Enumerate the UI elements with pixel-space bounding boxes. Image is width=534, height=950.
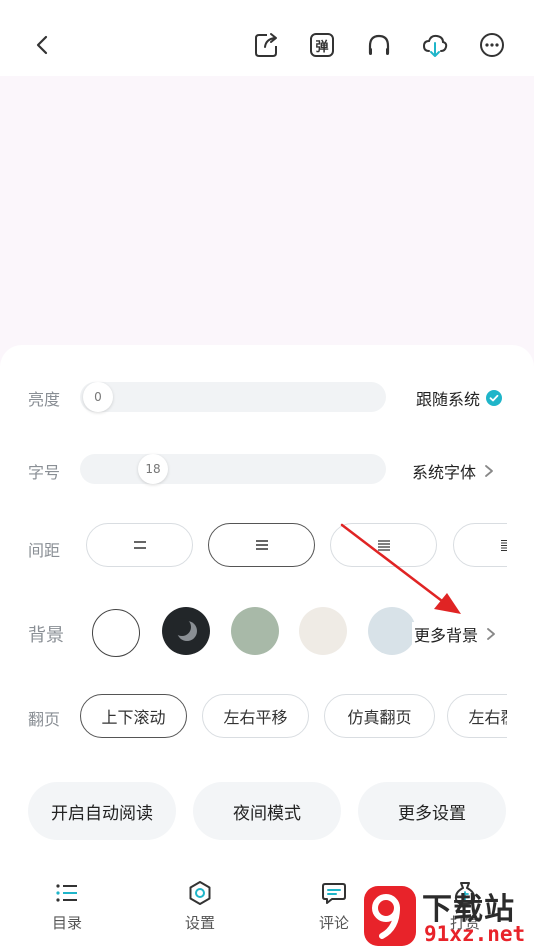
font-size-knob[interactable]: 18: [138, 454, 168, 484]
bg-swatch-white[interactable]: [92, 609, 140, 657]
share-button[interactable]: [251, 30, 281, 60]
spacing-medium-icon: [255, 540, 268, 550]
headphones-icon: [368, 34, 390, 55]
font-family-label: 系统字体: [412, 463, 477, 482]
more-button[interactable]: [477, 30, 507, 60]
share-icon: [255, 33, 277, 57]
nav-comments-label: 评论: [318, 914, 349, 932]
listen-button[interactable]: [364, 30, 394, 60]
danmaku-label: 弹: [315, 39, 329, 55]
nav-toc[interactable]: 目录: [32, 880, 102, 933]
brightness-label: 亮度: [28, 390, 61, 409]
watermark-domain: 91xz.net: [424, 922, 526, 946]
page-turn-option-3[interactable]: 仿真翻页: [324, 694, 435, 738]
download-button[interactable]: [420, 30, 450, 60]
more-backgrounds-button[interactable]: 更多背景: [412, 622, 499, 646]
font-size-label: 字号: [28, 463, 61, 482]
night-mode-button[interactable]: 夜间模式: [193, 782, 341, 840]
back-icon: [36, 35, 48, 55]
page-turn-option-2[interactable]: 左右平移: [202, 694, 309, 738]
chevron-right-icon: [487, 628, 495, 640]
spacing-wide-icon: [133, 541, 146, 549]
spacing-label: 间距: [28, 541, 61, 560]
font-size-slider[interactable]: 18: [80, 454, 386, 484]
spacing-option-4[interactable]: [453, 523, 507, 567]
list-icon: [56, 884, 77, 902]
spacing-option-2[interactable]: [208, 523, 315, 567]
back-button[interactable]: [28, 30, 58, 60]
spacing-option-1[interactable]: [86, 523, 193, 567]
nav-settings[interactable]: 设置: [165, 880, 235, 933]
top-bar: 弹: [0, 0, 534, 76]
bg-swatch-green[interactable]: [231, 607, 279, 655]
check-icon: [486, 390, 503, 406]
spacing-compact-icon: [500, 539, 507, 551]
danmaku-button[interactable]: 弹: [307, 30, 337, 60]
brightness-slider[interactable]: 0: [80, 382, 386, 412]
page-turn-option-1[interactable]: 上下滚动: [80, 694, 187, 738]
spacing-narrow-icon: [377, 540, 390, 551]
brightness-knob[interactable]: 0: [83, 382, 113, 412]
cloud-download-icon: [422, 34, 448, 57]
nav-comments[interactable]: 评论: [299, 880, 369, 933]
nav-settings-label: 设置: [184, 914, 215, 932]
watermark-logo: [364, 886, 416, 946]
auto-read-button[interactable]: 开启自动阅读: [28, 782, 176, 840]
more-settings-button[interactable]: 更多设置: [358, 782, 506, 840]
bg-swatch-blue[interactable]: [368, 607, 416, 655]
bg-swatch-dark[interactable]: [162, 607, 210, 655]
nav-toc-label: 目录: [51, 914, 82, 932]
more-backgrounds-label: 更多背景: [414, 626, 479, 645]
reading-area[interactable]: [0, 76, 534, 348]
bg-swatch-beige[interactable]: [299, 607, 347, 655]
page-turn-label: 翻页: [28, 710, 61, 729]
more-icon: [480, 33, 504, 57]
font-family-button[interactable]: 系统字体: [412, 459, 496, 483]
background-label: 背景: [28, 625, 64, 646]
spacing-option-3[interactable]: [330, 523, 437, 567]
watermark: 下载站 91xz.net: [362, 882, 534, 950]
follow-system-label: 跟随系统: [416, 390, 481, 409]
settings-icon: [189, 881, 211, 905]
moon-icon: [173, 618, 197, 641]
page-turn-option-4[interactable]: 左右覆盖: [447, 694, 507, 738]
chevron-right-icon: [485, 465, 493, 477]
comment-icon: [322, 883, 346, 904]
follow-system-toggle[interactable]: 跟随系统: [416, 386, 503, 410]
